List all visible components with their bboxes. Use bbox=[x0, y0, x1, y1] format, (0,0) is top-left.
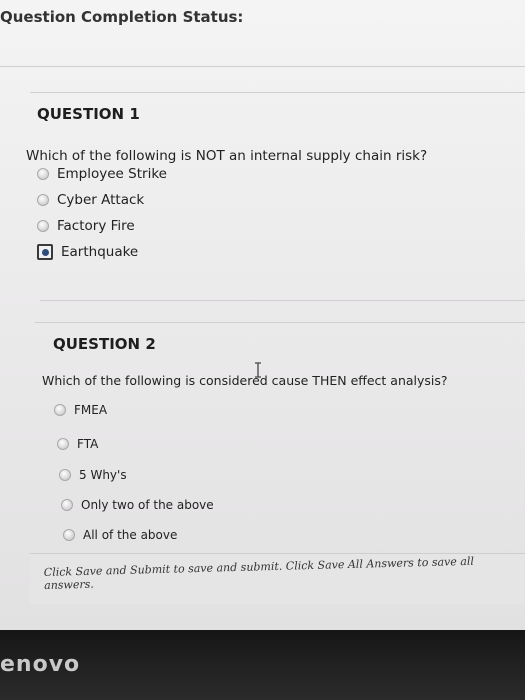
option-label: Factory Fire bbox=[57, 218, 135, 234]
text-cursor-icon bbox=[255, 362, 261, 378]
question-1-title: QUESTION 1 bbox=[37, 105, 140, 123]
radio-button[interactable] bbox=[54, 404, 66, 416]
submit-instructions-text: Click Save and Submit to save and submit… bbox=[43, 554, 475, 592]
radio-button-selected[interactable] bbox=[37, 244, 53, 260]
divider bbox=[30, 92, 525, 93]
radio-button[interactable] bbox=[57, 438, 69, 450]
radio-button[interactable] bbox=[37, 168, 49, 180]
divider bbox=[35, 322, 525, 323]
radio-button[interactable] bbox=[63, 529, 75, 541]
divider bbox=[40, 300, 525, 301]
q1-option-employee-strike[interactable]: Employee Strike bbox=[37, 166, 167, 182]
option-label: Earthquake bbox=[61, 244, 139, 260]
q2-option-all-of-above[interactable]: All of the above bbox=[63, 528, 177, 542]
radio-button[interactable] bbox=[37, 194, 49, 206]
option-label: Only two of the above bbox=[81, 498, 214, 512]
option-label: FMEA bbox=[74, 403, 108, 417]
q2-option-5-whys[interactable]: 5 Why's bbox=[59, 468, 127, 482]
question-2-text: Which of the following is considered cau… bbox=[42, 373, 448, 388]
option-label: Employee Strike bbox=[57, 166, 167, 182]
submit-instructions-panel: Click Save and Submit to save and submit… bbox=[30, 553, 525, 604]
option-label: All of the above bbox=[83, 528, 178, 542]
radio-button[interactable] bbox=[61, 499, 73, 511]
laptop-bezel: enovo bbox=[0, 630, 525, 700]
q2-option-fta[interactable]: FTA bbox=[57, 437, 98, 451]
q1-option-factory-fire[interactable]: Factory Fire bbox=[37, 218, 135, 234]
divider bbox=[0, 66, 525, 67]
completion-status-header: Question Completion Status: bbox=[0, 8, 244, 26]
q2-option-fmea[interactable]: FMEA bbox=[54, 403, 107, 417]
q1-option-earthquake[interactable]: Earthquake bbox=[37, 244, 138, 260]
q1-option-cyber-attack[interactable]: Cyber Attack bbox=[37, 192, 144, 208]
browser-page: Question Completion Status: QUESTION 1 W… bbox=[0, 0, 525, 630]
q2-option-two-of-above[interactable]: Only two of the above bbox=[61, 498, 214, 512]
option-label: Cyber Attack bbox=[57, 192, 145, 208]
radio-button[interactable] bbox=[37, 220, 49, 232]
radio-button[interactable] bbox=[59, 469, 71, 481]
laptop-brand-logo: enovo bbox=[0, 652, 81, 677]
option-label: FTA bbox=[77, 437, 99, 451]
question-2-title: QUESTION 2 bbox=[53, 335, 156, 353]
option-label: 5 Why's bbox=[79, 468, 127, 482]
question-1-text: Which of the following is NOT an interna… bbox=[26, 148, 428, 164]
